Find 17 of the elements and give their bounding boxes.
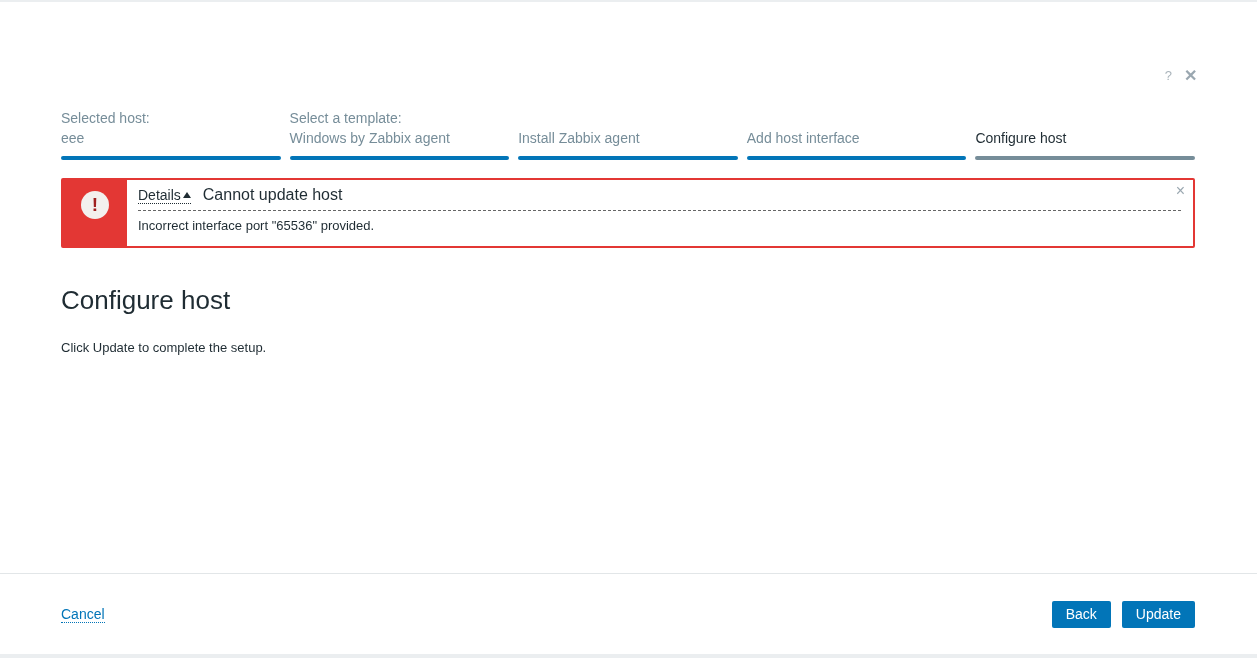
step-label: Install Zabbix agent [518,129,641,148]
action-button[interactable]: Update [1121,600,1195,628]
cancel-link[interactable]: Cancel [61,605,105,623]
error-icon: ! [81,191,109,219]
step-label: Selected host: [61,109,151,128]
step-label: Select a template: [289,109,403,128]
error-title: Cannot update host [202,186,343,204]
section-heading: Configure host [61,285,232,316]
step-label: Windows by Zabbix agent [289,129,451,148]
description-text: Click Update to complete the setup. [61,340,268,355]
step-label: eee [61,129,86,148]
step-label: Configure host [975,129,1068,148]
step-label: Add host interface [746,129,861,148]
close-button[interactable]: × [1175,182,1185,200]
action-button[interactable]: Back [1051,600,1111,628]
details-toggle[interactable]: Details [138,186,191,204]
error-detail: Incorrect interface port "65536" provided. [138,218,376,233]
